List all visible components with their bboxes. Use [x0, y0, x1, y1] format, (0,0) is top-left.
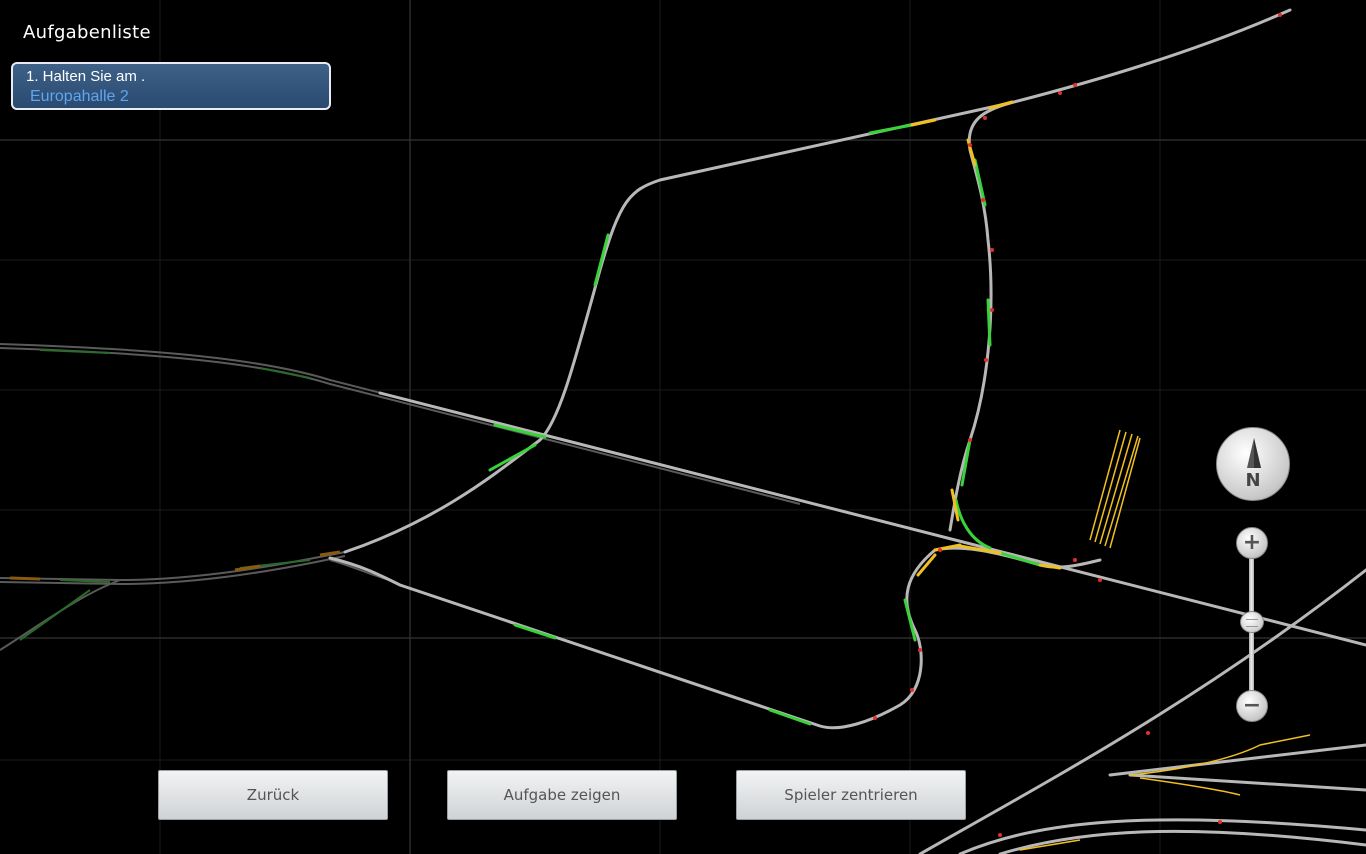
- center-player-button[interactable]: Spieler zentrieren: [736, 770, 966, 820]
- reserved-segments: [910, 100, 1062, 577]
- inactive-tracks-green: [19, 349, 311, 641]
- zoom-out-button[interactable]: −: [1236, 690, 1268, 722]
- back-button[interactable]: Zurück: [158, 770, 388, 820]
- minus-icon: −: [1242, 693, 1262, 718]
- zoom-in-button[interactable]: +: [1236, 527, 1268, 559]
- track-map[interactable]: [0, 0, 1366, 854]
- show-task-button[interactable]: Aufgabe zeigen: [447, 770, 677, 820]
- signals: [873, 13, 1282, 837]
- task-station: Europahalle 2: [30, 88, 129, 105]
- plus-icon: +: [1242, 530, 1262, 555]
- task-list-title: Aufgabenliste: [23, 22, 151, 43]
- task-instruction: 1. Halten Sie am .: [26, 68, 146, 85]
- map-grid: [0, 0, 1366, 854]
- main-tracks: [328, 8, 1366, 854]
- free-segments: [488, 123, 1042, 726]
- inactive-tracks-orange: [9, 550, 341, 581]
- map-grid-major: [0, 0, 1366, 854]
- compass-label: N: [1245, 470, 1261, 491]
- zoom-slider-handle[interactable]: [1240, 611, 1264, 633]
- current-task-card[interactable]: 1. Halten Sie am . Europahalle 2: [11, 62, 331, 110]
- compass-north-button[interactable]: N: [1216, 427, 1290, 501]
